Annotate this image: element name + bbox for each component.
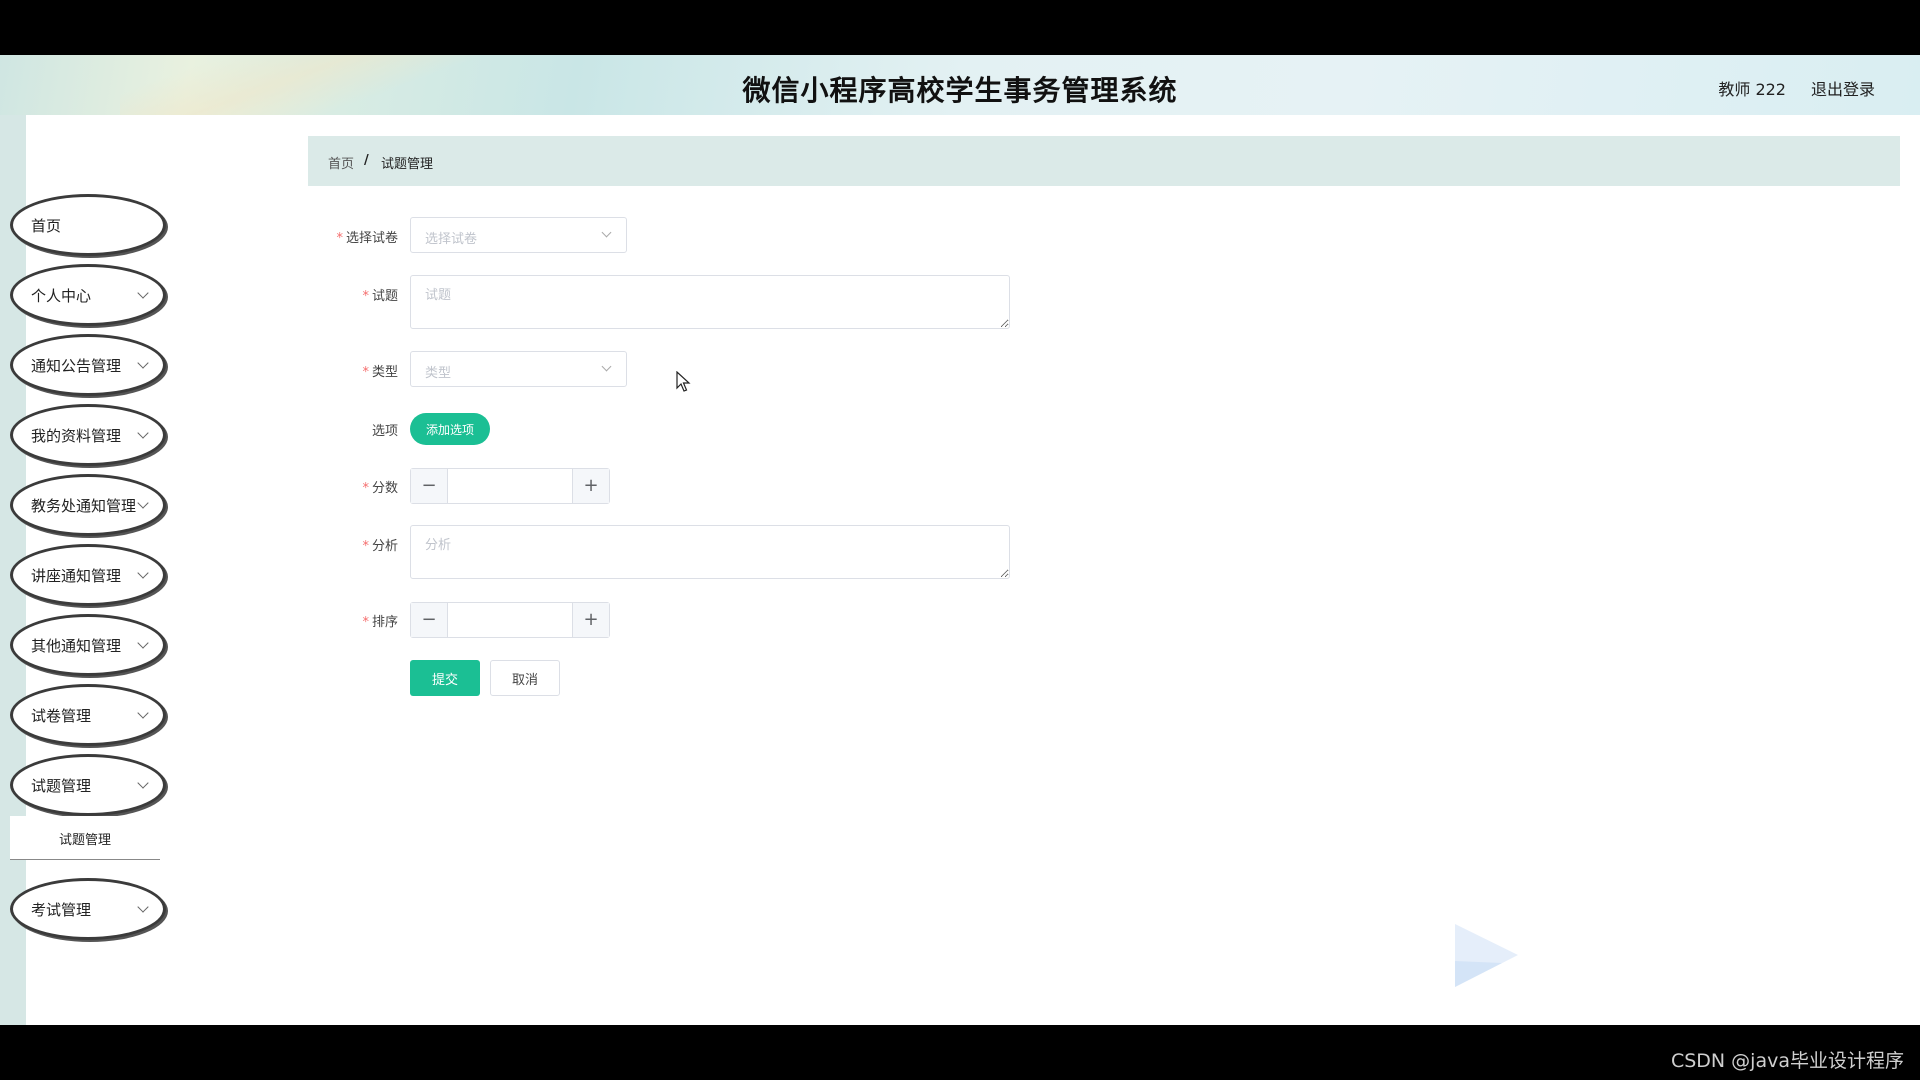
type-select-placeholder: 类型 bbox=[425, 366, 452, 381]
sidebar-item-label: 讲座通知管理 bbox=[31, 567, 122, 585]
sidebar-item-label: 试卷管理 bbox=[31, 707, 92, 725]
chevron-down-icon bbox=[137, 637, 149, 649]
sidebar-item-my-profile[interactable]: 我的资料管理 bbox=[10, 404, 166, 466]
app-title: 微信小程序高校学生事务管理系统 bbox=[742, 74, 1178, 107]
required-mark: * bbox=[362, 615, 369, 630]
breadcrumb-separator: / bbox=[364, 153, 369, 168]
chevron-down-icon bbox=[137, 777, 149, 789]
chevron-down-icon bbox=[137, 357, 149, 369]
paper-select[interactable]: 选择试卷 bbox=[410, 217, 627, 253]
breadcrumb: 首页 / 试题管理 bbox=[308, 136, 1900, 186]
chevron-down-icon bbox=[601, 227, 612, 238]
sidebar-item-label: 考试管理 bbox=[31, 901, 92, 919]
required-mark: * bbox=[362, 481, 369, 496]
sidebar-item-label: 通知公告管理 bbox=[31, 357, 122, 375]
chevron-down-icon bbox=[137, 707, 149, 719]
cancel-button[interactable]: 取消 bbox=[490, 660, 560, 696]
sidebar-item-lecture-notice[interactable]: 讲座通知管理 bbox=[10, 544, 166, 606]
score-input[interactable] bbox=[449, 469, 571, 503]
sidebar-item-label: 试题管理 bbox=[31, 777, 92, 795]
order-input[interactable] bbox=[449, 603, 571, 637]
chevron-down-icon bbox=[137, 287, 149, 299]
sidebar-item-other-notice[interactable]: 其他通知管理 bbox=[10, 614, 166, 676]
sidebar-item-academic-notice[interactable]: 教务处通知管理 bbox=[10, 474, 166, 536]
paper-select-placeholder: 选择试卷 bbox=[425, 232, 478, 247]
csdn-watermark: CSDN @java毕业设计程序 bbox=[1670, 1050, 1904, 1072]
submenu-item-question-management[interactable]: 试题管理 bbox=[10, 816, 160, 860]
sidebar: 首页 个人中心 通知公告管理 我的资料管理 教务处通知管理 讲座通知管理 其他通… bbox=[0, 115, 180, 1025]
mouse-cursor-icon bbox=[676, 371, 691, 392]
player-logo-icon bbox=[1455, 924, 1518, 987]
sidebar-item-label: 教务处通知管理 bbox=[31, 497, 137, 515]
current-user: 教师 222 bbox=[1718, 80, 1786, 99]
required-mark: * bbox=[336, 231, 343, 246]
plus-icon[interactable]: + bbox=[572, 469, 609, 503]
sidebar-item-home[interactable]: 首页 bbox=[10, 194, 166, 256]
chevron-down-icon bbox=[137, 567, 149, 579]
question-label: * 试题 bbox=[362, 289, 398, 304]
required-mark: * bbox=[362, 539, 369, 554]
sidebar-item-label: 首页 bbox=[31, 217, 62, 235]
app-window: 微信小程序高校学生事务管理系统 教师 222 退出登录 首页 个人中心 通知公告… bbox=[0, 55, 1920, 1025]
score-stepper: − + bbox=[410, 468, 610, 504]
sidebar-item-label: 个人中心 bbox=[31, 287, 92, 305]
sidebar-item-paper-management[interactable]: 试卷管理 bbox=[10, 684, 166, 746]
sidebar-item-notice-management[interactable]: 通知公告管理 bbox=[10, 334, 166, 396]
top-header: 微信小程序高校学生事务管理系统 教师 222 退出登录 bbox=[0, 55, 1920, 115]
score-label: * 分数 bbox=[362, 481, 398, 496]
plus-icon[interactable]: + bbox=[572, 603, 609, 637]
order-label: * 排序 bbox=[362, 615, 398, 630]
logout-link[interactable]: 退出登录 bbox=[1811, 76, 1875, 100]
breadcrumb-home[interactable]: 首页 bbox=[328, 153, 354, 172]
required-mark: * bbox=[362, 365, 369, 380]
options-label: 选项 bbox=[371, 424, 398, 439]
chevron-down-icon bbox=[137, 497, 149, 509]
minus-icon[interactable]: − bbox=[411, 603, 448, 637]
sidebar-item-label: 其他通知管理 bbox=[31, 637, 122, 655]
submit-button[interactable]: 提交 bbox=[410, 660, 480, 696]
chevron-down-icon bbox=[137, 427, 149, 439]
minus-icon[interactable]: − bbox=[411, 469, 448, 503]
required-mark: * bbox=[362, 289, 369, 304]
sidebar-item-label: 我的资料管理 bbox=[31, 427, 122, 445]
add-option-button[interactable]: 添加选项 bbox=[410, 413, 490, 445]
chevron-down-icon bbox=[137, 901, 149, 913]
sidebar-item-question-management[interactable]: 试题管理 bbox=[10, 754, 166, 816]
submenu-item-label: 试题管理 bbox=[58, 833, 111, 848]
sidebar-item-personal-center[interactable]: 个人中心 bbox=[10, 264, 166, 326]
sidebar-item-exam-management[interactable]: 考试管理 bbox=[10, 878, 166, 940]
type-select[interactable]: 类型 bbox=[410, 351, 627, 387]
analysis-textarea[interactable] bbox=[410, 525, 1010, 579]
screen: 微信小程序高校学生事务管理系统 教师 222 退出登录 首页 个人中心 通知公告… bbox=[0, 0, 1920, 1080]
question-textarea[interactable] bbox=[410, 275, 1010, 329]
paper-label: * 选择试卷 bbox=[336, 231, 398, 246]
type-label: * 类型 bbox=[362, 365, 398, 380]
chevron-down-icon bbox=[601, 361, 612, 372]
breadcrumb-current: 试题管理 bbox=[381, 157, 434, 172]
analysis-label: * 分析 bbox=[362, 539, 398, 554]
order-stepper: − + bbox=[410, 602, 610, 638]
